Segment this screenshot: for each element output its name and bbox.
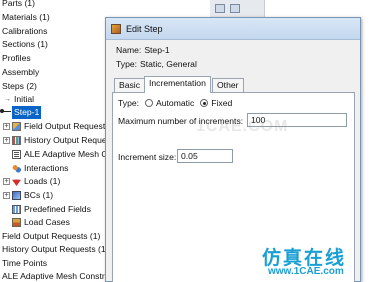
tree-item-label: Predefined Fields — [24, 204, 91, 214]
drag-connector-icon — [0, 109, 11, 113]
dialog-app-icon — [111, 23, 121, 34]
tab-other[interactable]: Other — [212, 78, 244, 92]
step-name-label: Name: — [116, 45, 142, 55]
expand-icon[interactable]: + — [3, 123, 10, 130]
tree-item-time-points[interactable]: Time Points — [2, 257, 47, 270]
load-cases-icon — [12, 218, 21, 227]
tree-item-sections[interactable]: Sections (1) — [2, 38, 48, 51]
tree-item-label: Sections (1) — [2, 39, 48, 49]
tree-item-label: Parts (1) — [2, 0, 35, 8]
radio-automatic[interactable]: Automatic — [145, 98, 194, 108]
increment-size-input[interactable] — [177, 149, 233, 163]
tree-item-step-1[interactable]: Step-1 — [10, 105, 43, 120]
ale-mesh-icon — [12, 150, 21, 159]
field-output-icon — [12, 122, 21, 131]
tab-label: Basic — [119, 80, 141, 90]
step-type-label: Type: — [116, 59, 138, 69]
tree-item-label: ALE Adaptive Mesh Constra — [2, 271, 110, 281]
tree-item-label: Profiles — [2, 53, 31, 63]
tab-label: Incrementation — [149, 78, 206, 88]
tree-item-field-output-requests[interactable]: Field Output Requests (1) — [2, 230, 100, 243]
dialog-titlebar[interactable]: Edit Step — [106, 18, 360, 40]
tree-item-label: Load Cases — [24, 217, 70, 227]
tree-item-calibrations[interactable]: Calibrations — [2, 25, 47, 38]
expand-icon[interactable]: + — [3, 178, 10, 185]
tree-item-history-output-requests-step[interactable]: + History Output Reque — [3, 134, 107, 147]
tree-item-interactions[interactable]: Interactions — [12, 162, 68, 175]
tree-item-label: Interactions — [24, 163, 69, 173]
radio-fixed-label: Fixed — [211, 98, 233, 108]
step-name-value: Step-1 — [144, 45, 170, 55]
tree-item-label: Initial — [14, 94, 35, 104]
background-toolbar — [210, 0, 265, 18]
predefined-fields-icon — [12, 205, 21, 214]
tree-item-history-output-requests[interactable]: History Output Requests (1) — [2, 243, 109, 256]
tree-item-label: History Output Requests (1) — [2, 244, 109, 254]
radio-fixed[interactable]: Fixed — [200, 98, 232, 108]
tree-item-parts[interactable]: Parts (1) — [2, 0, 35, 10]
watermark-center: 1CAE.COM — [196, 118, 289, 135]
tree-item-ale-adaptive-mesh-step[interactable]: ALE Adaptive Mesh C — [12, 148, 108, 161]
tree-item-materials[interactable]: Materials (1) — [2, 11, 50, 24]
tab-incrementation[interactable]: Incrementation — [144, 76, 211, 93]
model-tree: Parts (1) Materials (1) Calibrations Sec… — [0, 0, 112, 282]
viewport-thumb-icon — [215, 4, 225, 13]
tree-item-label: ALE Adaptive Mesh C — [24, 149, 108, 159]
increment-type-label: Type: — [118, 98, 140, 108]
tree-item-label: Assembly — [2, 67, 40, 77]
increment-type-row: Type: Automatic Fixed — [118, 98, 232, 108]
tree-item-label: Field Output Requests — [24, 121, 110, 131]
tab-label: Other — [217, 80, 239, 90]
tree-item-label: Time Points — [2, 258, 48, 268]
expand-icon[interactable]: + — [3, 192, 10, 199]
tree-item-profiles[interactable]: Profiles — [2, 52, 31, 65]
increment-size-label: Increment size: — [118, 152, 177, 162]
expand-icon[interactable]: + — [3, 137, 10, 144]
watermark-url: www.1CAE.com — [268, 266, 344, 277]
tree-item-label: Loads (1) — [24, 176, 61, 186]
tree-item-field-output-requests-step[interactable]: + Field Output Requests — [3, 120, 110, 133]
tree-item-assembly[interactable]: Assembly — [2, 66, 39, 79]
tree-item-loads[interactable]: + Loads (1) — [3, 175, 60, 188]
step-name-row: Name: Step-1 — [116, 45, 170, 55]
tree-item-label: History Output Reque — [24, 135, 107, 145]
radio-selected-icon — [200, 99, 209, 107]
tree-item-label: Step-1 — [10, 105, 43, 120]
step-type-row: Type: Static, General — [116, 59, 197, 69]
tree-item-bcs[interactable]: + BCs (1) — [3, 189, 53, 202]
tree-item-predefined-fields[interactable]: Predefined Fields — [12, 203, 91, 216]
loads-arrow-icon — [12, 177, 21, 186]
radio-automatic-label: Automatic — [156, 98, 195, 108]
tab-basic[interactable]: Basic — [114, 78, 146, 92]
tree-item-initial[interactable]: → Initial — [4, 93, 34, 106]
tree-item-label: Calibrations — [2, 26, 48, 36]
tree-item-label: Field Output Requests (1) — [2, 231, 101, 241]
viewport-thumb-icon — [230, 4, 240, 13]
tree-item-load-cases[interactable]: Load Cases — [12, 216, 70, 229]
tree-item-steps[interactable]: Steps (2) — [2, 80, 37, 93]
tree-item-label: BCs (1) — [24, 190, 54, 200]
step-type-value: Static, General — [140, 59, 197, 69]
interactions-icon — [12, 164, 21, 173]
tree-item-label: Materials (1) — [2, 12, 50, 22]
radio-circle-icon — [145, 99, 154, 107]
history-output-icon — [12, 136, 21, 145]
tree-item-label: Steps (2) — [2, 81, 37, 91]
tree-item-ale-adaptive-mesh-constraints[interactable]: ALE Adaptive Mesh Constra — [2, 270, 109, 282]
dialog-title: Edit Step — [126, 23, 163, 34]
boundary-conditions-icon — [12, 191, 21, 200]
tree-branch-icon: → — [4, 96, 11, 103]
